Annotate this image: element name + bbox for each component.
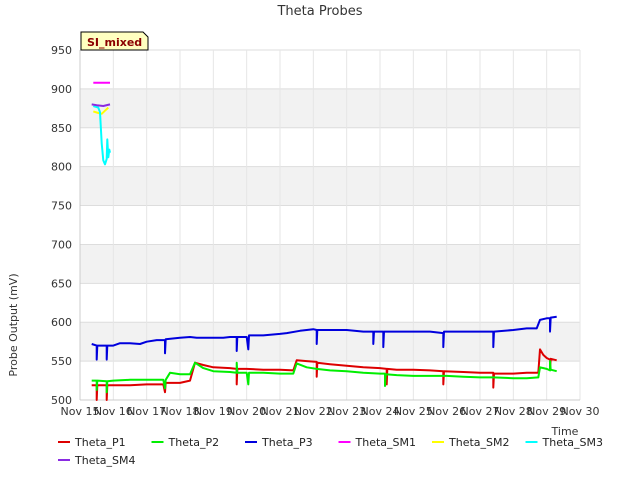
y-tick-label: 650 bbox=[51, 277, 72, 290]
chart: Theta Probes 500550600650700750800850900… bbox=[7, 4, 603, 467]
legend-label: Theta_P2 bbox=[168, 436, 220, 449]
background-band bbox=[80, 88, 580, 128]
legend-label: Theta_SM4 bbox=[74, 454, 135, 467]
y-tick-label: 750 bbox=[51, 200, 72, 213]
background-band bbox=[80, 50, 580, 89]
background-band bbox=[80, 166, 580, 206]
y-tick-label: 700 bbox=[51, 238, 72, 251]
background-band bbox=[80, 127, 580, 167]
y-tick-label: 550 bbox=[51, 355, 72, 368]
x-axis-ticks: Nov 15Nov 16Nov 17Nov 18Nov 19Nov 20Nov … bbox=[61, 405, 600, 418]
y-axis-label: Probe Output (mV) bbox=[7, 273, 20, 376]
background-band bbox=[80, 283, 580, 323]
background-band bbox=[80, 322, 580, 362]
legend: Theta_P1 Theta_P2 Theta_P3 Theta_SM1 Theta_S… bbox=[58, 436, 603, 467]
y-tick-label: 600 bbox=[51, 316, 72, 329]
plot-background-bands bbox=[80, 50, 580, 400]
y-axis-ticks: 500550600650700750800850900950 bbox=[51, 44, 72, 407]
badge: SI_mixed bbox=[80, 31, 149, 51]
legend-label: Theta_SM3 bbox=[542, 436, 603, 449]
legend-label: Theta_SM1 bbox=[355, 436, 416, 449]
y-tick-label: 850 bbox=[51, 122, 72, 135]
background-band bbox=[80, 244, 580, 284]
y-tick-label: 800 bbox=[51, 161, 72, 174]
background-band bbox=[80, 205, 580, 245]
x-tick-label: Nov 30 bbox=[561, 405, 600, 418]
badge-label: SI_mixed bbox=[87, 36, 142, 49]
chart-title: Theta Probes bbox=[276, 4, 362, 19]
legend-label: Theta_SM2 bbox=[448, 436, 509, 449]
legend-label: Theta_P3 bbox=[261, 436, 313, 449]
y-tick-label: 950 bbox=[51, 44, 72, 57]
legend-label: Theta_P1 bbox=[74, 436, 126, 449]
y-tick-label: 900 bbox=[51, 83, 72, 96]
